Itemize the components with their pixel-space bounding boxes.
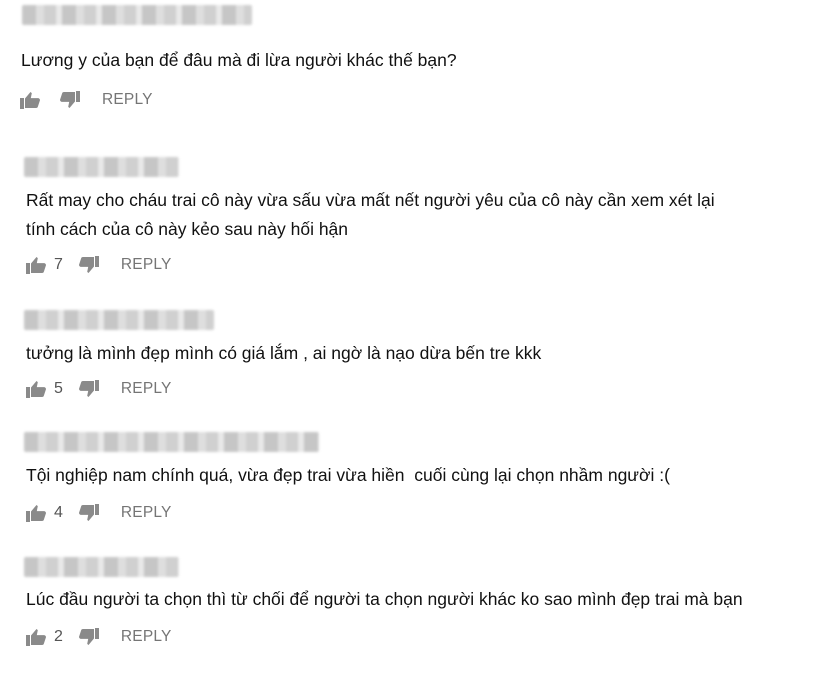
thumbs-down-icon[interactable] (78, 256, 99, 274)
comment-text: Rất may cho cháu trai cô này vừa sấu vừa… (26, 190, 715, 239)
reply-button[interactable]: REPLY (121, 504, 172, 522)
thumbs-up-icon[interactable] (26, 504, 46, 522)
like-count: 7 (54, 256, 63, 273)
comment-text: tưởng là mình đẹp mình có giá lắm , ai n… (26, 343, 542, 363)
thumbs-down-icon[interactable] (60, 91, 80, 109)
comment-text: Lương y của bạn để đâu mà đi lừa người k… (21, 50, 457, 70)
reply-button[interactable]: REPLY (102, 91, 153, 109)
like-count: 5 (54, 380, 63, 397)
comment-actions: 7 REPLY (26, 254, 172, 276)
thumbs-up-icon[interactable] (20, 91, 40, 109)
like-count: 2 (54, 628, 63, 645)
author-name-blurred[interactable] (24, 310, 214, 330)
thumbs-up-icon[interactable] (26, 256, 46, 274)
thumbs-down-icon[interactable] (78, 504, 99, 522)
comment-actions: 2 REPLY (26, 626, 172, 648)
thumbs-down-icon[interactable] (78, 380, 99, 398)
thumbs-up-icon[interactable] (26, 628, 46, 646)
reply-button[interactable]: REPLY (121, 256, 172, 274)
reply-button[interactable]: REPLY (121, 628, 172, 646)
author-name-blurred[interactable] (24, 432, 319, 452)
comment-actions: 4 REPLY (26, 502, 172, 524)
author-name-blurred[interactable] (24, 557, 179, 577)
thumbs-down-icon[interactable] (78, 628, 99, 646)
comment-text: Lúc đầu người ta chọn thì từ chối để ngư… (26, 589, 743, 609)
like-count: 4 (54, 504, 63, 521)
comment-text: Tội nghiệp nam chính quá, vừa đẹp trai v… (26, 465, 670, 485)
reply-button[interactable]: REPLY (121, 380, 172, 398)
author-name-blurred[interactable] (24, 157, 179, 177)
comment-actions: 5 REPLY (26, 378, 172, 400)
thumbs-up-icon[interactable] (26, 380, 46, 398)
comment-actions: REPLY (20, 89, 153, 111)
author-name-blurred[interactable] (22, 5, 252, 25)
